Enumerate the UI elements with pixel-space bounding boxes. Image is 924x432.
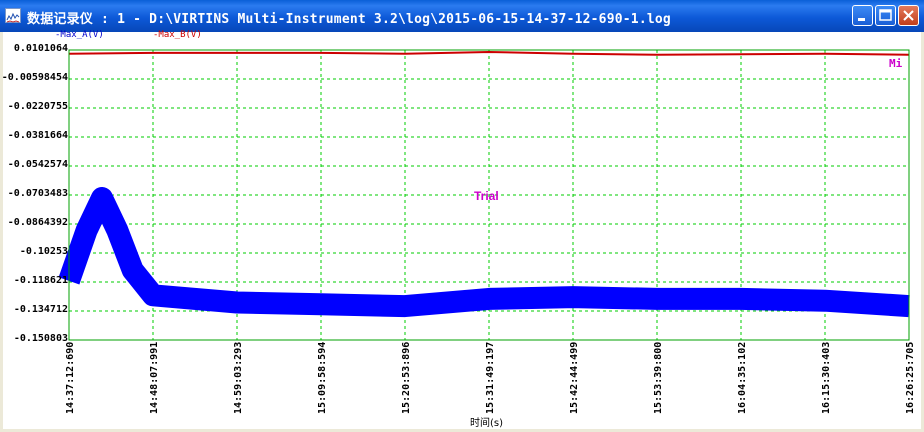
data-logger-window: 数据记录仪 : 1 - D:\VIRTINS Multi-Instrument … (0, 0, 924, 432)
y-tick-label: -0.0381664 (7, 129, 68, 141)
y-tick-label: -0.0542574 (7, 159, 68, 170)
x-tick-label: 15:53:39:800 (653, 342, 664, 414)
x-tick-label: 15:09:58:594 (317, 342, 328, 414)
y-tick-label: -0.134712 (13, 303, 68, 315)
legend-series-a: -Max_A(V) (55, 30, 104, 40)
legend-series-b: -Max_B(V) (153, 30, 202, 40)
y-tick-label: -0.0220755 (7, 101, 68, 112)
y-tick-label: -0.10253 (19, 245, 68, 257)
x-tick-label: 15:42:44:499 (569, 342, 580, 414)
y-tick-label: -0.00598454 (1, 72, 68, 83)
x-axis-title: 时间(s) (470, 418, 504, 429)
x-tick-label: 16:15:30:403 (821, 342, 832, 414)
y-tick-label: -0.0703483 (7, 188, 68, 199)
x-tick-label: 14:59:03:293 (233, 342, 244, 414)
x-tick-label: 15:20:53:896 (401, 342, 412, 414)
x-tick-label: 14:48:07:991 (149, 342, 160, 414)
chart-svg: 14:37:12:690 14:48:07:991 14:59:03:293 15:0… (58, 49, 916, 414)
y-tick-label: -0.150803 (13, 333, 68, 344)
x-tick-label: 14:37:12:690 (65, 342, 76, 414)
y-tick-label: 0.0101064 (13, 43, 68, 54)
marker-label: Mi (889, 57, 903, 70)
x-axis-ticks: 14:37:12:690 14:48:07:991 14:59:03:293 15:0… (65, 342, 916, 414)
x-tick-label: 16:04:35:102 (737, 342, 748, 414)
x-tick-label: 16:26:25:705 (905, 342, 916, 414)
y-tick-label: -0.0864392 (7, 216, 68, 228)
x-tick-label: 15:31:49:197 (485, 342, 496, 414)
trial-watermark: Trial (474, 189, 499, 203)
series-max-b-line (68, 51, 910, 56)
y-tick-label: -0.118621 (13, 274, 68, 286)
